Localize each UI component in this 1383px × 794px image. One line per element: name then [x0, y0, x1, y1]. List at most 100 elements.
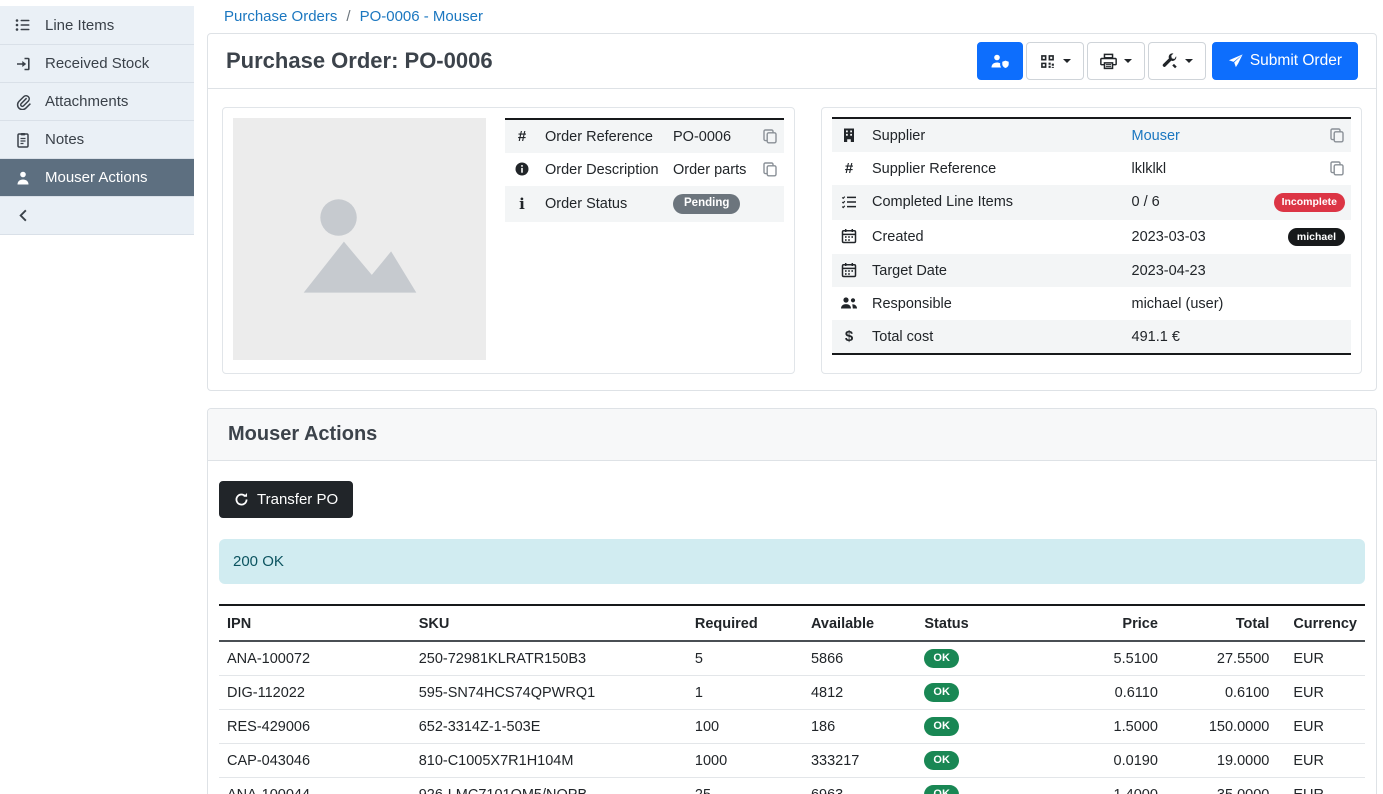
cell-available: 6963 — [803, 778, 916, 794]
breadcrumb-link-po-0006[interactable]: PO-0006 - Mouser — [360, 8, 483, 25]
sidebar: Line Items Received Stock Attachments No… — [0, 0, 194, 794]
cell-currency: EUR — [1277, 641, 1365, 676]
detail-value: michael (user) — [1126, 287, 1264, 320]
cell-ipn: DIG-112022 — [219, 676, 411, 710]
order-info-card: # Order Reference PO-0006 Order Descript… — [222, 107, 795, 374]
detail-label: Completed Line Items — [866, 185, 1126, 220]
breadcrumb-link-purchase-orders[interactable]: Purchase Orders — [224, 8, 337, 25]
sidebar-item-attachments[interactable]: Attachments — [0, 82, 194, 120]
sidebar-collapse-button[interactable] — [0, 196, 194, 234]
copy-icon[interactable] — [1329, 128, 1345, 144]
dollar-icon: $ — [841, 328, 857, 345]
status-ok-badge: OK — [924, 649, 959, 668]
incomplete-badge: Incomplete — [1274, 193, 1345, 212]
detail-label: Responsible — [866, 287, 1126, 320]
barcode-icon — [1039, 53, 1056, 70]
caret-down-icon — [1124, 59, 1132, 63]
cell-required: 25 — [687, 778, 803, 794]
building-icon — [841, 127, 857, 143]
target-date-row: Target Date 2023-04-23 — [832, 254, 1351, 287]
refresh-icon — [234, 492, 249, 507]
supplier-link[interactable]: Mouser — [1132, 128, 1180, 144]
detail-value: PO-0006 — [667, 119, 754, 153]
sign-in-icon — [15, 56, 31, 72]
hash-icon: # — [841, 160, 857, 177]
copy-icon[interactable] — [1329, 161, 1345, 177]
mouser-actions-body: Transfer PO 200 OK IPN SKU Required Avai… — [208, 461, 1376, 794]
paperclip-icon — [15, 94, 31, 110]
detail-value: 0 / 6 — [1126, 185, 1264, 220]
order-details-section: # Order Reference PO-0006 Order Descript… — [208, 89, 1376, 390]
cell-ipn: RES-429006 — [219, 710, 411, 744]
transfer-po-label: Transfer PO — [257, 491, 338, 508]
hash-icon: # — [514, 128, 530, 145]
order-description-row: Order Description Order parts — [505, 153, 784, 186]
order-details-table: # Order Reference PO-0006 Order Descript… — [505, 118, 784, 222]
col-sku: SKU — [411, 605, 687, 641]
cell-total: 27.5500 — [1166, 641, 1277, 676]
cell-total: 150.0000 — [1166, 710, 1277, 744]
detail-label: Supplier — [866, 118, 1126, 152]
cell-currency: EUR — [1277, 778, 1365, 794]
tools-icon — [1161, 53, 1178, 70]
cell-total: 35.0000 — [1166, 778, 1277, 794]
user-roles-button[interactable] — [977, 42, 1023, 80]
col-currency: Currency — [1277, 605, 1365, 641]
order-actions-button[interactable] — [1148, 42, 1206, 80]
copy-icon[interactable] — [762, 129, 778, 145]
part-image-placeholder — [233, 118, 486, 360]
cell-sku: 810-C1005X7R1H104M — [411, 744, 687, 778]
transfer-po-button[interactable]: Transfer PO — [219, 481, 353, 518]
cell-required: 5 — [687, 641, 803, 676]
info-circle-icon — [514, 161, 530, 177]
copy-icon[interactable] — [762, 162, 778, 178]
user-shield-icon — [990, 53, 1010, 69]
print-actions-button[interactable] — [1087, 42, 1145, 80]
cell-currency: EUR — [1277, 676, 1365, 710]
submit-order-button[interactable]: Submit Order — [1212, 42, 1358, 80]
cell-available: 333217 — [803, 744, 916, 778]
mouser-actions-title: Mouser Actions — [228, 423, 1356, 446]
table-header-row: IPN SKU Required Available Status Price … — [219, 605, 1365, 641]
detail-value: Order parts — [667, 153, 754, 186]
cell-required: 100 — [687, 710, 803, 744]
sidebar-item-received-stock[interactable]: Received Stock — [0, 44, 194, 82]
caret-down-icon — [1185, 59, 1193, 63]
user-icon — [15, 170, 31, 186]
sidebar-item-mouser-actions[interactable]: Mouser Actions — [0, 158, 194, 196]
table-row: ANA-100044 926-LMC7101QM5/NOPB 25 6963 O… — [219, 778, 1365, 794]
detail-label: Order Reference — [539, 119, 667, 153]
table-row: RES-429006 652-3314Z-1-503E 100 186 OK 1… — [219, 710, 1365, 744]
sidebar-item-label: Line Items — [45, 17, 114, 34]
supplier-info-card: Supplier Mouser # Supplier Reference lkl… — [821, 107, 1362, 374]
cell-available: 5866 — [803, 641, 916, 676]
cell-required: 1000 — [687, 744, 803, 778]
col-required: Required — [687, 605, 803, 641]
status-ok-badge: OK — [924, 785, 959, 794]
detail-label: Order Description — [539, 153, 667, 186]
cell-sku: 250-72981KLRATR150B3 — [411, 641, 687, 676]
cell-required: 1 — [687, 676, 803, 710]
barcode-actions-button[interactable] — [1026, 42, 1084, 80]
sidebar-item-notes[interactable]: Notes — [0, 120, 194, 158]
detail-value: lklklkl — [1126, 152, 1264, 185]
detail-label: Total cost — [866, 320, 1126, 354]
sidebar-item-label: Notes — [45, 131, 84, 148]
clipboard-icon — [15, 132, 31, 148]
sidebar-item-line-items[interactable]: Line Items — [0, 6, 194, 44]
line-items-table: IPN SKU Required Available Status Price … — [219, 604, 1365, 794]
cell-sku: 595-SN74HCS74QPWRQ1 — [411, 676, 687, 710]
mouser-actions-panel: Mouser Actions Transfer PO 200 OK IPN — [207, 408, 1377, 794]
cell-sku: 926-LMC7101QM5/NOPB — [411, 778, 687, 794]
app-root: Line Items Received Stock Attachments No… — [0, 0, 1383, 794]
col-status: Status — [916, 605, 1030, 641]
detail-label: Order Status — [539, 186, 667, 222]
detail-value: 2023-04-23 — [1126, 254, 1264, 287]
table-row: ANA-100072 250-72981KLRATR150B3 5 5866 O… — [219, 641, 1365, 676]
caret-down-icon — [1063, 59, 1071, 63]
sidebar-menu: Line Items Received Stock Attachments No… — [0, 6, 194, 235]
created-row: Created 2023-03-03 michael — [832, 220, 1351, 255]
order-reference-row: # Order Reference PO-0006 — [505, 119, 784, 153]
purchase-order-header: Purchase Order: PO-0006 — [208, 34, 1376, 89]
calendar-icon — [841, 262, 857, 278]
